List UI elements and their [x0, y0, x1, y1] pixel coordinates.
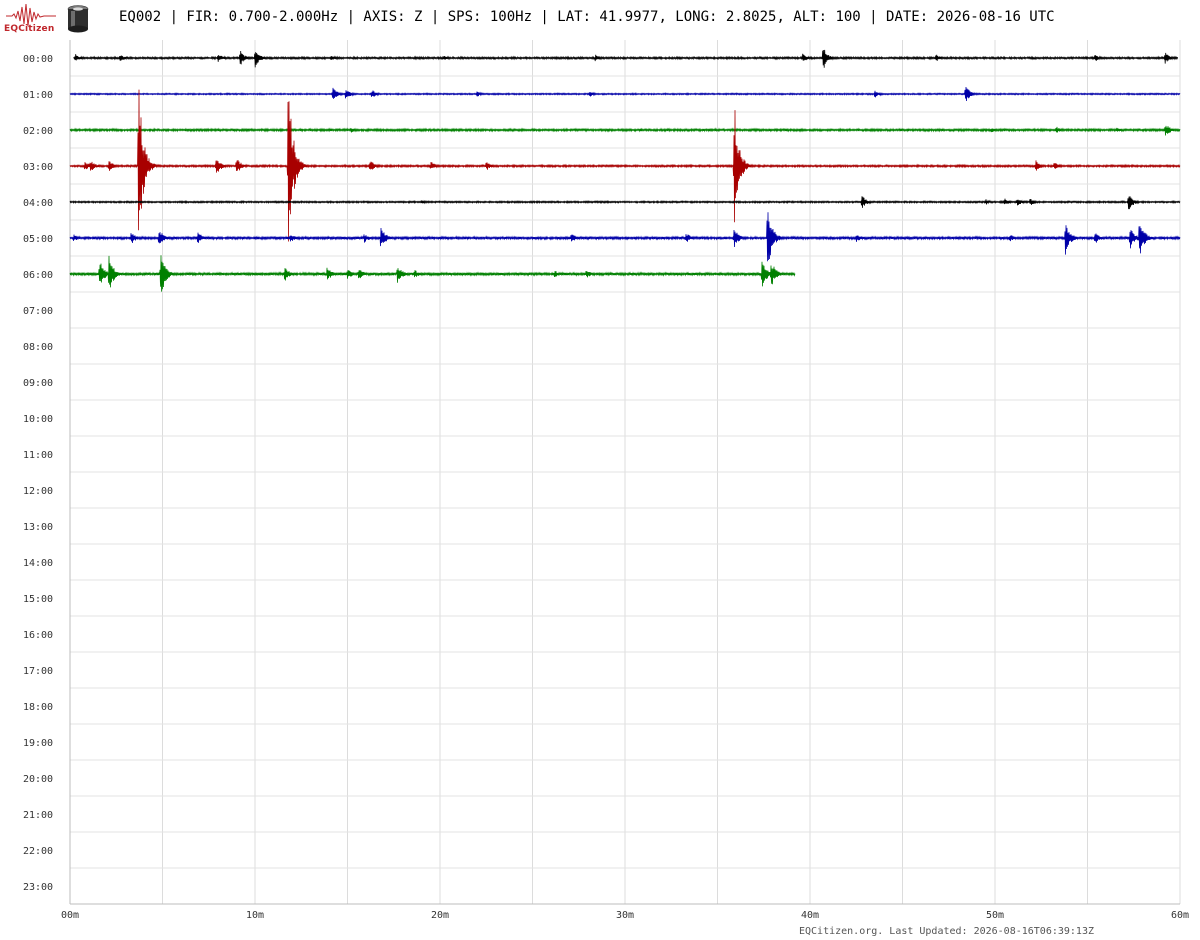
last-updated-footer: EQCitizen.org. Last Updated: 2026-08-16T…	[798, 926, 1094, 937]
x-tick-label: 40m	[801, 910, 819, 921]
hour-label: 03:00	[23, 162, 53, 173]
hour-label: 05:00	[23, 234, 53, 245]
hour-label: 10:00	[23, 414, 53, 425]
hour-label: 20:00	[23, 774, 53, 785]
x-tick-label: 00m	[61, 910, 79, 921]
x-tick-label: 10m	[246, 910, 264, 921]
hour-label: 07:00	[23, 306, 53, 317]
hour-label: 02:00	[23, 126, 53, 137]
hour-label: 18:00	[23, 702, 53, 713]
x-tick-label: 50m	[986, 910, 1004, 921]
hour-label: 06:00	[23, 270, 53, 281]
trace-hour-0	[73, 49, 1179, 68]
hour-label: 00:00	[23, 54, 53, 65]
x-tick-label: 20m	[431, 910, 449, 921]
hour-label: 08:00	[23, 342, 53, 353]
hour-label: 22:00	[23, 846, 53, 857]
hour-label: 13:00	[23, 522, 53, 533]
hour-label: 19:00	[23, 738, 53, 749]
helicorder-chart: 00:00 01:00 02:00 03:00 04:00 05:00 06:00 07:00…	[23, 40, 1189, 921]
hour-label: 12:00	[23, 486, 53, 497]
hour-label: 15:00	[23, 594, 53, 605]
trace-hour-6	[69, 255, 796, 292]
hour-label: 01:00	[23, 90, 53, 101]
hour-label: 04:00	[23, 198, 53, 209]
hour-label: 16:00	[23, 630, 53, 641]
x-tick-label: 30m	[616, 910, 634, 921]
hour-label: 14:00	[23, 558, 53, 569]
hour-label: 11:00	[23, 450, 53, 461]
hour-label: 21:00	[23, 810, 53, 821]
hour-label: 23:00	[23, 882, 53, 893]
x-tick-label: 60m	[1171, 910, 1189, 921]
hour-label: 17:00	[23, 666, 53, 677]
hour-label: 09:00	[23, 378, 53, 389]
